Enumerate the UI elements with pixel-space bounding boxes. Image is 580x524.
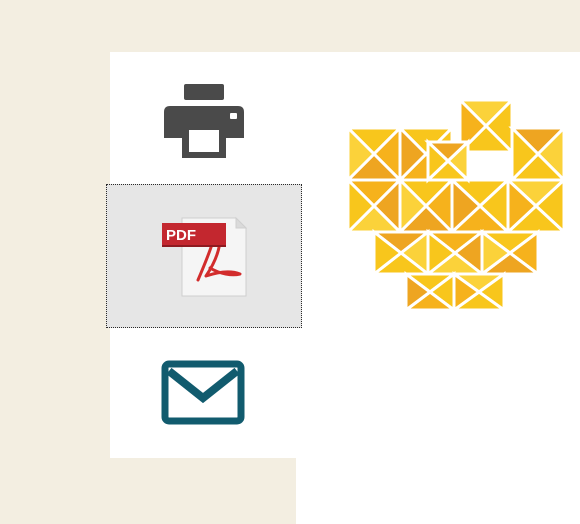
pdf-button[interactable]: PDF bbox=[106, 184, 302, 328]
envelope-icon bbox=[161, 360, 245, 425]
pdf-document-icon: PDF bbox=[162, 216, 248, 297]
print-button[interactable] bbox=[150, 76, 250, 166]
pdf-badge-label: PDF bbox=[166, 227, 196, 244]
printer-icon bbox=[164, 84, 244, 158]
email-button[interactable] bbox=[150, 350, 260, 438]
heart-logo-icon bbox=[344, 98, 568, 313]
